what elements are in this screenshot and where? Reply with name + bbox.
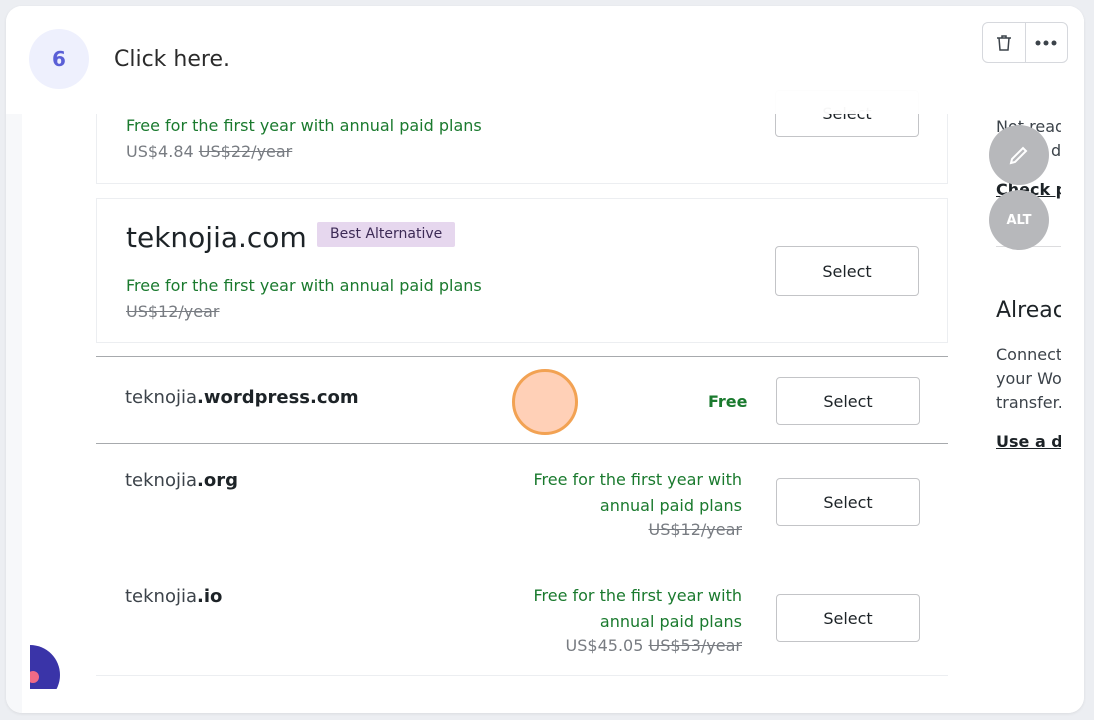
domain-tld: .org [197,470,238,491]
divider [96,443,948,444]
original-price: US$53/year [648,636,743,655]
already-title: Alreac [996,298,1061,323]
connect-text: Connect [996,345,1061,364]
current-price: US$45.05 [565,636,644,655]
brand-logo [30,645,60,689]
select-button[interactable]: Select [776,377,920,425]
domain-base: teknojia [125,387,198,408]
more-options-button[interactable] [1024,23,1068,62]
logo-icon [30,645,60,689]
offer-text: Free for the first year with annual paid… [126,276,482,295]
offer-text: Free for the first year with annual paid… [126,116,482,135]
offer-block: Free for the first year with annual paid… [533,467,742,541]
offer-line: Free for the first year with [533,586,742,605]
select-button[interactable]: Select [775,246,919,296]
select-button[interactable]: Select [776,594,920,642]
original-price: US$12/year [126,302,220,321]
alt-text-button[interactable]: ALT [989,190,1049,250]
domain-base: teknojia [125,470,198,491]
featured-domain: teknojia.com [126,221,307,254]
offer-line: annual paid plans [599,496,742,515]
current-price: US$4.84 [126,142,194,161]
use-domain-link[interactable]: Use a do [996,432,1061,451]
price-line: US$4.84 US$22/year [126,142,292,161]
price-free: Free [708,392,748,411]
price-line: US$45.05 US$53/year [533,635,742,657]
domain-tld: .io [197,586,223,607]
trash-icon [996,34,1011,51]
domain-name: teknojia.io [125,586,222,607]
pencil-icon [1009,146,1028,165]
offer-block: Free for the first year with annual paid… [533,583,742,657]
not-ready-text-2: d [1051,141,1061,160]
select-button[interactable]: Select [776,478,920,526]
offer-line: annual paid plans [599,612,742,631]
connect-text: transfer. [996,393,1061,412]
edit-button[interactable] [989,125,1049,185]
divider [96,356,948,357]
original-price: US$22/year [198,142,293,161]
domain-name: teknojia.wordpress.com [125,387,359,408]
connect-text: your Wor [996,369,1061,388]
step-number-badge: 6 [29,29,89,89]
ellipsis-icon [1035,40,1057,45]
divider [96,675,948,676]
domain-tld: .wordpress.com [197,387,359,408]
domain-base: teknojia [125,586,198,607]
click-target-marker [512,369,578,435]
best-alternative-badge: Best Alternative [317,222,456,247]
offer-line: Free for the first year with [533,470,742,489]
original-price: US$12/year [648,520,743,539]
domain-name: teknojia.org [125,470,238,491]
delete-button[interactable] [983,23,1025,62]
step-instruction: Click here. [114,47,230,72]
step-actions [982,22,1068,63]
